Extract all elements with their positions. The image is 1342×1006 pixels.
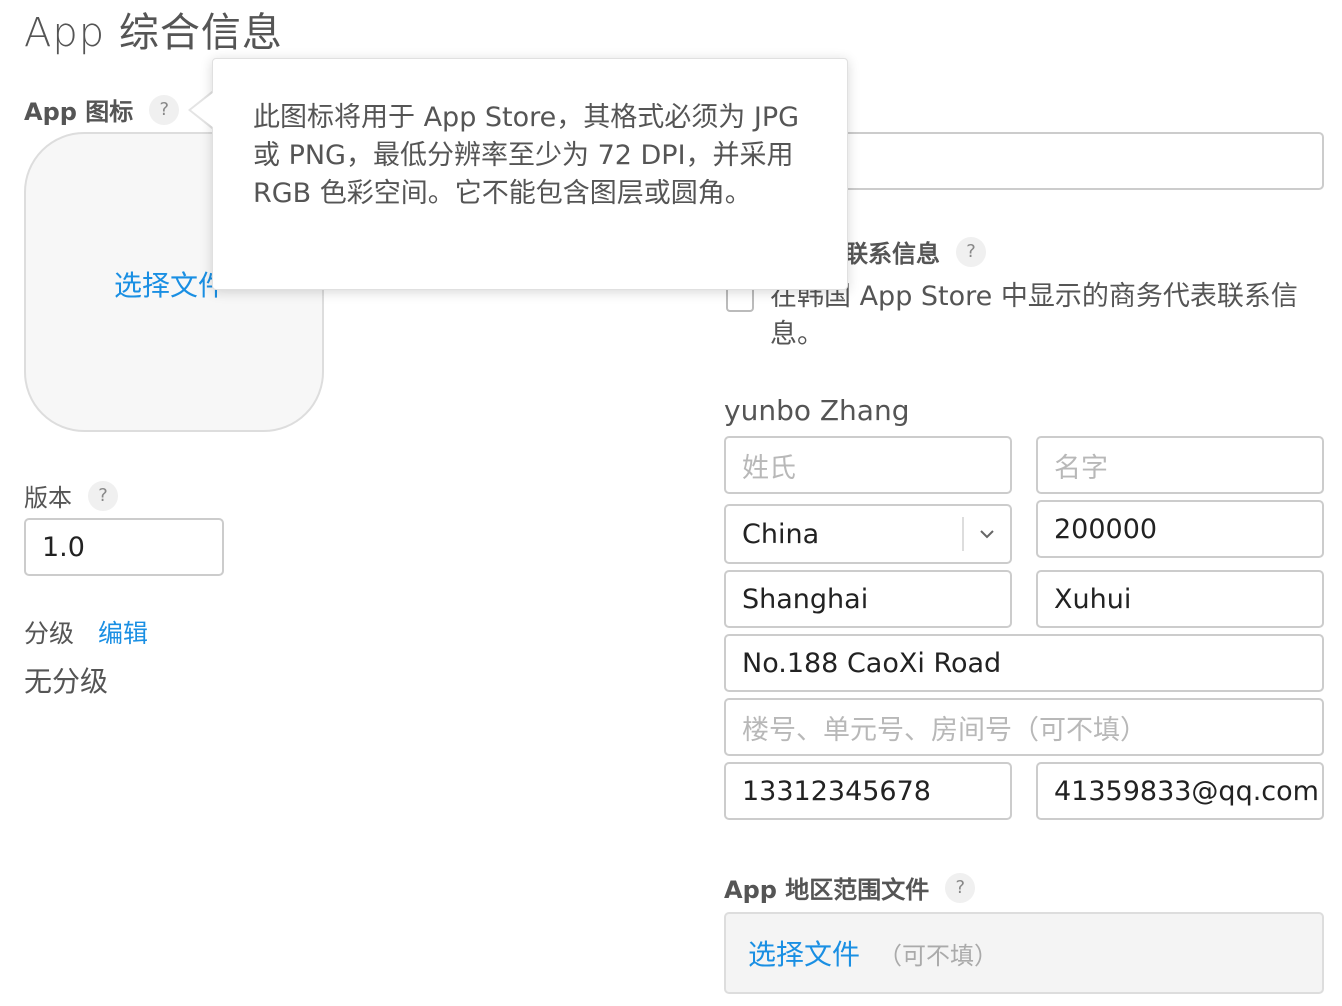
app-icon-help-tooltip: 此图标将用于 App Store，其格式必须为 JPG 或 PNG，最低分辨率至… [212,58,848,290]
app-icon-label-text: App 图标 [24,98,134,126]
chevron-down-icon [962,517,1010,551]
region-file-choose-link[interactable]: 选择文件 [748,933,860,973]
page-title: App 综合信息 [24,10,283,56]
region-file-dropzone[interactable]: 选择文件 （可不填） [724,912,1324,994]
address-line1-input[interactable]: No.188 CaoXi Road [724,634,1324,692]
contact-label-text: 联系信息 [844,240,940,268]
version-label: 版本 ? [24,478,118,513]
contact-full-name: yunbo Zhang [724,394,910,427]
rating-edit-link[interactable]: 编辑 [98,614,148,650]
region-file-optional-note: （可不填） [878,941,999,970]
district-input[interactable]: Xuhui [1036,570,1324,628]
postal-code-input[interactable]: 200000 [1036,500,1324,558]
city-input[interactable]: Shanghai [724,570,1012,628]
korea-contact-checkbox-label: 在韩国 App Store 中显示的商务代表联系信息。 [770,281,1298,350]
tooltip-arrow-fill [191,92,214,128]
last-name-input[interactable]: 姓氏 [724,436,1012,494]
rating-label: 分级 [24,619,75,648]
app-icon-choose-file-link[interactable]: 选择文件 [114,264,226,304]
phone-input[interactable]: 13312345678 [724,762,1012,820]
rating-value: 无分级 [24,665,109,698]
app-icon-label: App 图标 ? [24,92,180,127]
country-select-value: China [742,518,820,550]
region-file-label-text: App 地区范围文件 [724,876,930,904]
first-name-input[interactable]: 名字 [1036,436,1324,494]
region-file-help-icon[interactable]: ? [945,872,976,903]
region-file-label: App 地区范围文件 ? [724,870,976,905]
top-text-input[interactable] [800,132,1324,190]
tooltip-text: 此图标将用于 App Store，其格式必须为 JPG 或 PNG，最低分辨率至… [253,102,800,209]
version-label-text: 版本 [24,484,72,512]
app-icon-help-icon[interactable]: ? [149,94,180,125]
address-line2-input[interactable]: 楼号、单元号、房间号（可不填） [724,698,1324,756]
rating-row: 分级 编辑 [24,614,148,650]
country-select[interactable]: China [724,504,1012,564]
version-help-icon[interactable]: ? [88,480,118,511]
contact-help-icon[interactable]: ? [956,236,986,267]
version-input[interactable]: 1.0 [24,518,224,576]
email-input[interactable]: 41359833@qq.com [1036,762,1324,820]
